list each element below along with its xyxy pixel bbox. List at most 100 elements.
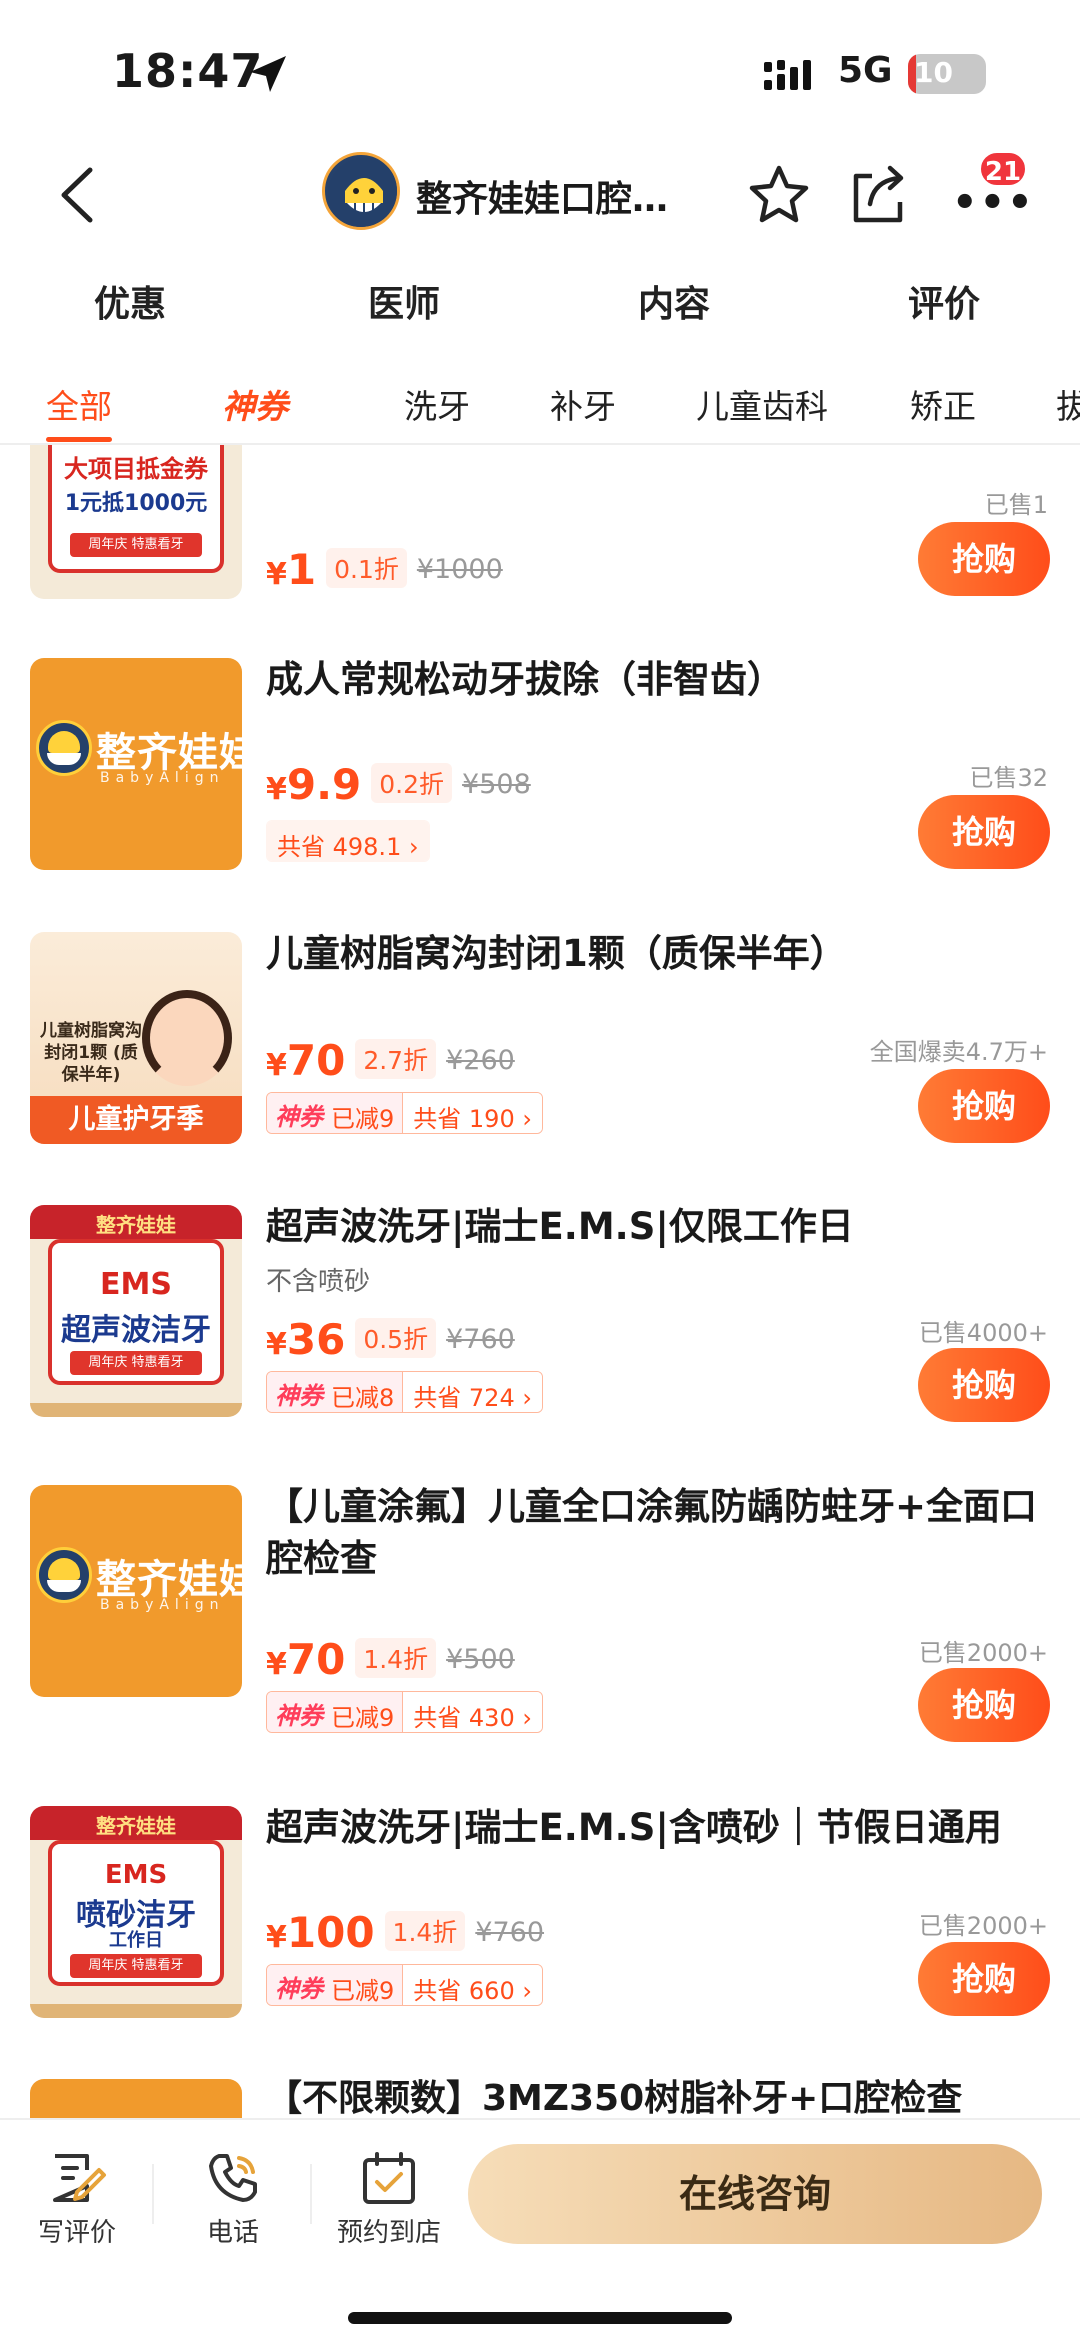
price: 100 — [286, 1908, 375, 1957]
coupon-reduction: 已减8 — [331, 1372, 403, 1412]
discount-badge: 0.5折 — [355, 1318, 437, 1358]
discount-badge: 1.4折 — [384, 1911, 466, 1951]
star-icon[interactable] — [746, 162, 812, 228]
discount-badge: 0.1折 — [326, 548, 407, 588]
sold-count: 已售2000+ — [918, 1639, 1048, 1667]
savings-badge[interactable]: 神券 已减9 共省 190 › — [266, 1092, 543, 1134]
buy-button[interactable]: 抢购 — [918, 1942, 1050, 2016]
sold-count: 已售1 — [984, 491, 1048, 519]
divider — [152, 2164, 154, 2224]
shop-name[interactable]: 整齐娃娃口腔… — [416, 170, 668, 222]
image-text: 工作日 — [109, 1930, 163, 1951]
category-tab-extraction[interactable]: 拔 — [1056, 380, 1080, 428]
nav-bar: 整齐娃娃口腔… ••• 21 — [0, 140, 1080, 250]
item-title[interactable]: 【儿童涂氟】儿童全口涂氟防龋防蛀牙+全面口腔检查 — [266, 1481, 1046, 1585]
coupon-label: 神券 — [267, 1692, 331, 1732]
phone-label: 电话 — [206, 2218, 259, 2248]
image-brand: 整齐娃娃 — [96, 1814, 176, 1838]
signal-icon — [764, 60, 811, 90]
sold-count: 已售32 — [969, 764, 1048, 792]
price: 70 — [286, 1036, 346, 1085]
online-consult-button[interactable]: 在线咨询 — [468, 2144, 1042, 2244]
bottom-action-bar: 写评价 电话 预约到店 在线咨询 — [0, 2118, 1080, 2341]
original-price: ¥260 — [446, 1045, 515, 1076]
notification-badge: 21 — [978, 150, 1028, 188]
price: 1 — [286, 545, 317, 594]
shop-logo[interactable] — [322, 152, 400, 230]
savings-badge[interactable]: 神券 已减9 共省 430 › — [266, 1691, 543, 1733]
category-tab-orthodontics[interactable]: 矫正 — [910, 380, 976, 428]
discount-badge: 2.7折 — [355, 1039, 437, 1079]
phone-button[interactable]: 电话 — [168, 2150, 298, 2249]
product-image: 整齐娃娃 BabyAlign — [30, 658, 242, 870]
savings-badge[interactable]: 神券 已减8 共省 724 › — [266, 1371, 543, 1413]
tab-content[interactable]: 内容 — [638, 275, 710, 327]
item-title[interactable]: 超声波洗牙|瑞士E.M.S|含喷砂｜节假日通用 — [266, 1802, 1046, 1854]
savings-total: 共省 190 › — [402, 1093, 542, 1133]
image-ribbon — [30, 1403, 242, 1417]
appointment-button[interactable]: 预约到店 — [324, 2150, 454, 2249]
buy-button[interactable]: 抢购 — [918, 1668, 1050, 1742]
calendar-check-icon — [363, 2152, 415, 2204]
product-image: 整齐娃娃 EMS 喷砂洁牙 工作日 周年庆 特惠看牙 — [30, 1806, 242, 2018]
buy-button[interactable]: 抢购 — [918, 522, 1050, 596]
coupon-reduction: 已减9 — [331, 1692, 403, 1732]
buy-button[interactable]: 抢购 — [918, 1348, 1050, 1422]
category-tab-coupon[interactable]: 神券 — [222, 380, 288, 428]
image-text: 超声波洁牙 — [61, 1313, 211, 1348]
original-price: ¥508 — [462, 769, 531, 800]
category-tab-pediatric[interactable]: 儿童齿科 — [696, 380, 828, 428]
savings-badge[interactable]: 神券 已减9 共省 660 › — [266, 1964, 543, 2006]
category-tab-filling[interactable]: 补牙 — [550, 380, 616, 428]
tab-reviews[interactable]: 评价 — [908, 275, 980, 327]
share-icon[interactable] — [848, 162, 908, 228]
item-title[interactable]: 【不限颗数】3MZ350树脂补牙+口腔检查 — [266, 2073, 1046, 2120]
item-title[interactable]: 儿童树脂窝沟封闭1颗（质保半年） — [266, 928, 1046, 980]
item-title[interactable]: 成人常规松动牙拔除（非智齿） — [266, 654, 1046, 706]
brand-mascot-icon — [36, 720, 92, 776]
image-text: EMS — [100, 1267, 172, 1302]
currency-symbol: ¥ — [266, 1920, 287, 1955]
buy-button[interactable]: 抢购 — [918, 795, 1050, 869]
image-banner: 儿童护牙季 — [30, 1096, 242, 1144]
original-price: ¥1000 — [416, 554, 503, 585]
price: 36 — [286, 1315, 346, 1364]
image-ribbon — [30, 2004, 242, 2018]
sold-count: 已售4000+ — [918, 1319, 1048, 1347]
currency-symbol: ¥ — [266, 1048, 287, 1083]
coupon-label: 神券 — [267, 1965, 331, 2005]
price-row: ¥70 1.4折 ¥500 — [266, 1635, 515, 1685]
home-indicator[interactable] — [348, 2312, 732, 2324]
original-price: ¥760 — [446, 1324, 515, 1355]
sold-count: 全国爆卖4.7万+ — [869, 1038, 1048, 1066]
write-review-button[interactable]: 写评价 — [12, 2150, 142, 2249]
image-text: 1元抵1000元 — [64, 491, 208, 516]
back-icon[interactable] — [50, 160, 110, 230]
tab-doctors[interactable]: 医师 — [368, 275, 440, 327]
price: 70 — [286, 1635, 346, 1684]
category-tab-cleaning[interactable]: 洗牙 — [404, 380, 470, 428]
product-image — [30, 2079, 242, 2120]
price-row: ¥1 0.1折 ¥1000 — [266, 545, 503, 595]
item-title[interactable]: 超声波洗牙|瑞士E.M.S|仅限工作日 — [266, 1201, 1046, 1253]
coupon-reduction: 已减9 — [331, 1965, 403, 2005]
coupon-label: 神券 — [267, 1093, 331, 1133]
price-row: ¥100 1.4折 ¥760 — [266, 1908, 544, 1958]
savings-badge[interactable]: 共省 498.1 › — [266, 820, 430, 862]
product-image: 整齐娃娃 BabyAlign — [30, 1485, 242, 1697]
product-image: 整齐娃娃 EMS 超声波洁牙 周年庆 特惠看牙 — [30, 1205, 242, 1417]
image-brand: 整齐娃娃 — [96, 1213, 176, 1237]
image-tag: 周年庆 特惠看牙 — [70, 1351, 202, 1375]
item-subtitle: 不含喷砂 — [266, 1267, 371, 1297]
network-type: 5G — [838, 50, 893, 91]
savings-total: 共省 724 › — [402, 1372, 542, 1412]
discount-badge: 0.2折 — [371, 763, 453, 803]
category-tabs: 全部 神券 洗牙 补牙 儿童齿科 矫正 拔 — [0, 380, 1080, 446]
buy-button[interactable]: 抢购 — [918, 1069, 1050, 1143]
savings-total: 共省 430 › — [402, 1692, 542, 1732]
image-tag: 周年庆 特惠看牙 — [70, 1954, 202, 1978]
phone-icon — [209, 2154, 257, 2202]
tab-offers[interactable]: 优惠 — [89, 275, 171, 327]
divider — [310, 2164, 312, 2224]
category-tab-all[interactable]: 全部 — [46, 380, 112, 442]
